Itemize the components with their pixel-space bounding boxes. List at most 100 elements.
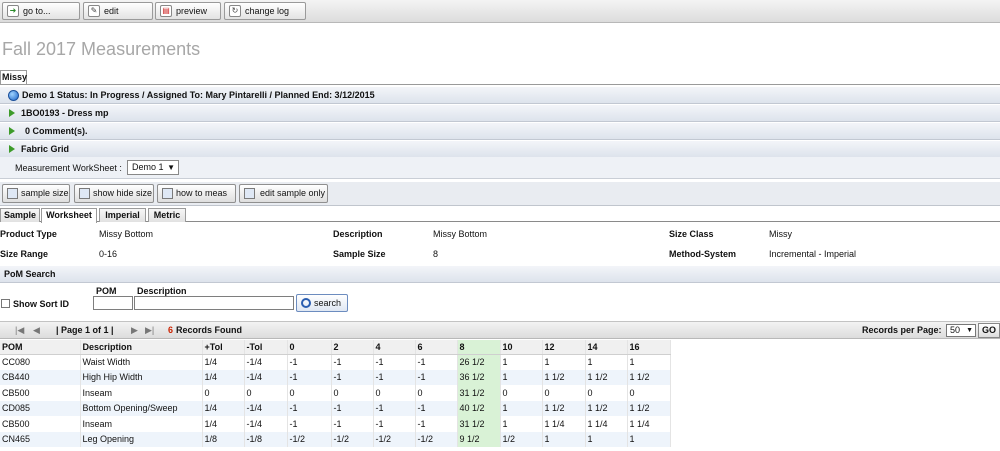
table-cell[interactable]: 1 (542, 431, 586, 447)
go-to-button[interactable]: ➜ go to... (2, 2, 80, 20)
table-cell[interactable]: 1 (542, 354, 586, 370)
table-cell[interactable]: 1 (500, 400, 543, 416)
preview-button[interactable]: ▤ preview (155, 2, 221, 20)
table-cell[interactable]: 0 (415, 385, 458, 401)
column-header[interactable]: 10 (500, 340, 543, 355)
table-cell[interactable]: 0 (287, 385, 332, 401)
how-to-meas-button[interactable]: how to meas (157, 184, 236, 203)
table-cell[interactable]: -1 (373, 369, 416, 385)
table-row[interactable]: CB500 Inseam 0 0 0 0 0 0 31 1/2 0 0 0 0 (0, 385, 671, 401)
table-cell[interactable]: 1 1/4 (627, 416, 671, 432)
table-cell[interactable]: 1 1/2 (542, 369, 586, 385)
table-cell[interactable]: CB500 (0, 416, 81, 432)
table-cell[interactable]: 1/4 (202, 354, 245, 370)
search-button[interactable]: search (296, 294, 348, 312)
edit-sample-only-button[interactable]: edit sample only (239, 184, 328, 203)
table-cell[interactable]: -1/4 (244, 369, 288, 385)
column-header[interactable]: 8 (457, 340, 501, 355)
table-cell[interactable]: 0 (542, 385, 586, 401)
table-cell[interactable]: 1 (627, 354, 671, 370)
column-header[interactable]: 6 (415, 340, 458, 355)
table-cell[interactable]: 1 1/2 (627, 369, 671, 385)
expand-triangle-icon[interactable] (9, 145, 15, 153)
tab-sample[interactable]: Sample (0, 208, 40, 222)
table-cell[interactable]: 1 1/2 (542, 400, 586, 416)
table-cell[interactable]: -1/8 (244, 431, 288, 447)
table-cell[interactable]: -1 (331, 369, 374, 385)
table-cell[interactable]: -1 (415, 416, 458, 432)
last-page-icon[interactable]: ▶| (145, 322, 154, 338)
table-cell[interactable]: 1 1/2 (585, 369, 628, 385)
table-cell[interactable]: 0 (500, 385, 543, 401)
prev-page-icon[interactable]: ◀ (33, 322, 40, 338)
table-cell[interactable]: -1/4 (244, 400, 288, 416)
table-cell[interactable]: 1 1/2 (585, 400, 628, 416)
show-hide-size-button[interactable]: show hide size (74, 184, 154, 203)
table-cell[interactable]: 0 (585, 385, 628, 401)
column-header[interactable]: 12 (542, 340, 586, 355)
column-header[interactable]: 16 (627, 340, 671, 355)
column-header[interactable]: 0 (287, 340, 332, 355)
style-band[interactable]: 1BO0193 - Dress mp (0, 105, 1000, 122)
go-button[interactable]: GO (978, 323, 1000, 338)
worksheet-select[interactable]: Demo 1 ▼ (127, 160, 179, 175)
pom-search-band[interactable]: PoM Search (0, 266, 1000, 283)
table-cell[interactable]: 1 (627, 431, 671, 447)
table-cell[interactable]: -1/2 (287, 431, 332, 447)
table-cell[interactable]: Leg Opening (80, 431, 203, 447)
tab-metric[interactable]: Metric (148, 208, 186, 222)
table-cell[interactable]: -1 (331, 400, 374, 416)
records-per-page-select[interactable]: 50 ▼ (946, 324, 976, 337)
column-header[interactable]: +Tol (202, 340, 245, 355)
table-cell[interactable]: 1 1/4 (542, 416, 586, 432)
table-row[interactable]: CB440 High Hip Width 1/4 -1/4 -1 -1 -1 -1 36 1/2… (0, 369, 671, 385)
column-header[interactable]: 4 (373, 340, 416, 355)
column-header[interactable]: 14 (585, 340, 628, 355)
table-cell[interactable]: 0 (331, 385, 374, 401)
column-header[interactable]: -Tol (244, 340, 288, 355)
table-cell[interactable]: 0 (627, 385, 671, 401)
table-cell[interactable]: -1/2 (331, 431, 374, 447)
table-cell[interactable]: -1 (287, 369, 332, 385)
tab-imperial[interactable]: Imperial (99, 208, 146, 222)
first-page-icon[interactable]: |◀ (15, 322, 24, 338)
table-row[interactable]: CD085 Bottom Opening/Sweep 1/4 -1/4 -1 -1 -1 -1… (0, 400, 671, 416)
expand-triangle-icon[interactable] (9, 127, 15, 135)
tab-worksheet[interactable]: Worksheet (41, 208, 97, 223)
table-cell[interactable]: -1 (373, 354, 416, 370)
table-cell[interactable]: -1 (373, 400, 416, 416)
table-cell[interactable]: 26 1/2 (457, 354, 501, 370)
table-cell[interactable]: 1 1/2 (627, 400, 671, 416)
demo-status-band[interactable]: Demo 1 Status: In Progress / Assigned To… (0, 87, 1000, 104)
edit-button[interactable]: ✎ edit (83, 2, 153, 20)
table-cell[interactable]: -1 (415, 400, 458, 416)
table-cell[interactable]: -1/4 (244, 416, 288, 432)
table-cell[interactable]: 1 (500, 369, 543, 385)
column-header[interactable]: 2 (331, 340, 374, 355)
column-header[interactable]: POM (0, 340, 81, 355)
expand-triangle-icon[interactable] (9, 109, 15, 117)
table-cell[interactable]: -1/2 (415, 431, 458, 447)
comments-band[interactable]: 0 Comment(s). (0, 123, 1000, 140)
fabric-band[interactable]: Fabric Grid (0, 141, 1000, 158)
table-cell[interactable]: -1/2 (373, 431, 416, 447)
table-cell[interactable]: 1 (500, 354, 543, 370)
table-cell[interactable]: -1 (287, 354, 332, 370)
table-cell[interactable]: 31 1/2 (457, 416, 501, 432)
table-cell[interactable]: 0 (202, 385, 245, 401)
table-cell[interactable]: CN465 (0, 431, 81, 447)
table-cell[interactable]: 36 1/2 (457, 369, 501, 385)
table-cell[interactable]: 1 (585, 431, 628, 447)
table-cell[interactable]: -1 (373, 416, 416, 432)
table-cell[interactable]: -1 (287, 400, 332, 416)
table-cell[interactable]: 1/2 (500, 431, 543, 447)
table-cell[interactable]: CB440 (0, 369, 81, 385)
table-cell[interactable]: -1 (415, 354, 458, 370)
table-cell[interactable]: 31 1/2 (457, 385, 501, 401)
show-sort-id-checkbox[interactable] (1, 299, 10, 308)
pom-input[interactable] (93, 296, 133, 310)
table-cell[interactable]: 1 (500, 416, 543, 432)
table-row[interactable]: CN465 Leg Opening 1/8 -1/8 -1/2 -1/2 -1/2 -1/2 9… (0, 431, 671, 447)
table-cell[interactable]: Inseam (80, 385, 203, 401)
tab-missy[interactable]: Missy (0, 70, 27, 85)
